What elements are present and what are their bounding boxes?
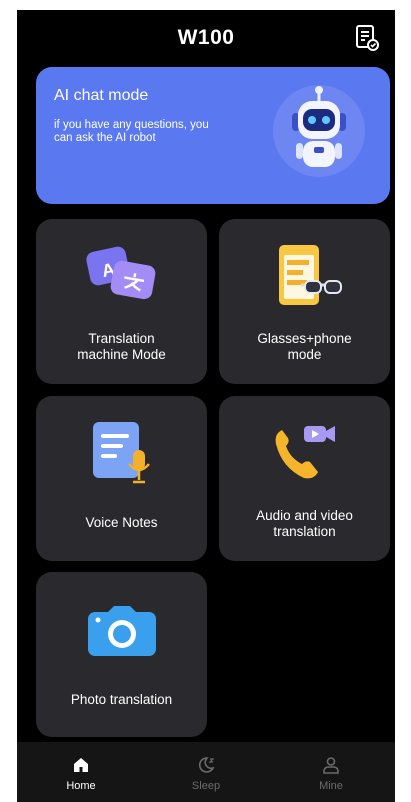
nav-mine[interactable]: Mine xyxy=(271,742,391,802)
nav-home-label: Home xyxy=(66,780,96,792)
app-screen: W100 AI chat mode if you have any questi… xyxy=(17,10,395,802)
bottom-nav: Home Sleep Mine xyxy=(17,742,395,802)
user-icon xyxy=(322,756,340,774)
camera-icon xyxy=(86,604,158,658)
header: W100 xyxy=(17,10,395,68)
moon-icon xyxy=(197,756,215,774)
ai-chat-mode-card[interactable]: AI chat mode if you have any questions, … xyxy=(36,67,390,204)
page-title: W100 xyxy=(177,26,235,49)
tile-voice-notes[interactable]: Voice Notes xyxy=(36,396,207,561)
tile-glasses-phone[interactable]: Glasses+phone mode xyxy=(219,219,390,384)
tile-translation-machine[interactable]: A Translation machine Mode xyxy=(36,219,207,384)
tile-photo-translation[interactable]: Photo translation xyxy=(36,572,207,737)
nav-home[interactable]: Home xyxy=(21,742,141,802)
tile-label: Glasses+phone mode xyxy=(257,331,352,362)
glasses-phone-icon xyxy=(265,243,345,309)
nav-sleep-label: Sleep xyxy=(191,780,221,792)
tile-audio-video-translation[interactable]: Audio and video translation xyxy=(219,396,390,561)
ai-card-subtitle: if you have any questions, you can ask t… xyxy=(54,119,209,144)
voice-notes-icon xyxy=(87,420,157,486)
translate-icon: A xyxy=(82,243,162,307)
phone-video-icon xyxy=(270,422,340,484)
document-icon[interactable] xyxy=(355,24,381,52)
tile-label: Audio and video translation xyxy=(256,508,353,539)
home-icon xyxy=(72,756,90,774)
tile-label: Translation machine Mode xyxy=(77,331,166,362)
tile-label: Voice Notes xyxy=(85,515,158,530)
ai-card-title: AI chat mode xyxy=(54,87,149,104)
nav-mine-label: Mine xyxy=(319,780,343,792)
robot-icon xyxy=(270,81,368,181)
tile-label: Photo translation xyxy=(70,692,173,707)
nav-sleep[interactable]: Sleep xyxy=(146,742,266,802)
